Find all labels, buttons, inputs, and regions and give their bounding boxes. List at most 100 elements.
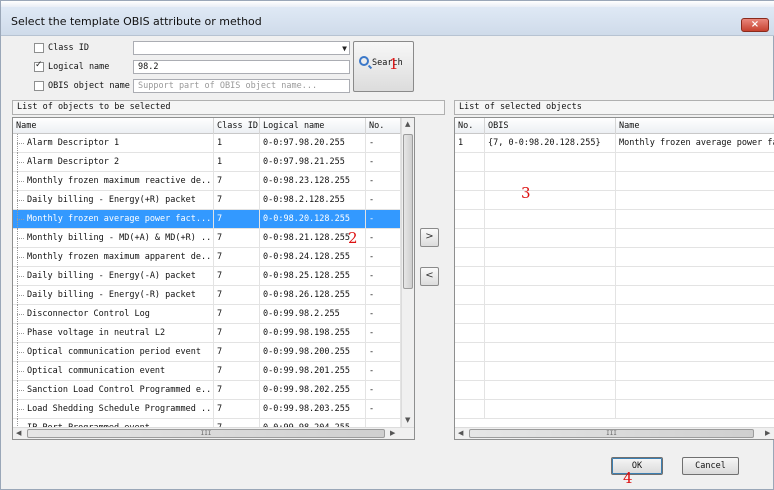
cell-text: 1 (217, 157, 223, 167)
obis-name-checkbox[interactable] (34, 81, 44, 91)
cell-class-id: 7 (214, 210, 260, 229)
column-header-no[interactable]: No. (455, 118, 485, 134)
scroll-left-icon[interactable]: ◀ (458, 429, 463, 437)
cell-no (455, 286, 485, 305)
table-row[interactable]: Daily billing - Energy(-A) packet 7 0-0:98… (13, 267, 401, 286)
tree-line (17, 371, 24, 372)
cell-name: Phase voltage in neutral L2 (13, 324, 214, 343)
scroll-thumb[interactable] (403, 134, 413, 289)
column-header-obis[interactable]: OBIS (485, 118, 616, 134)
cell-no: - (366, 286, 401, 305)
cell-text: 1 (217, 138, 223, 148)
dialog-window: Select the template OBIS attribute or me… (0, 0, 774, 490)
objects-vertical-scrollbar[interactable]: ▲ ▼ (401, 118, 414, 427)
horizontal-scroll-thumb[interactable]: III (469, 429, 754, 438)
table-row[interactable]: Daily billing - Energy(+R) packet 7 0-0:98… (13, 191, 401, 210)
tree-line (17, 409, 24, 410)
cell-text: Daily billing - Energy(-A) packet (27, 271, 196, 281)
cell-class-id: 7 (214, 305, 260, 324)
table-row[interactable]: Monthly frozen maximum apparent de... 7 0-… (13, 248, 401, 267)
table-row[interactable]: Monthly frozen maximum reactive de... 7 0-… (13, 172, 401, 191)
column-header-no[interactable]: No. (366, 118, 401, 134)
tree-line (17, 257, 24, 258)
scroll-right-icon[interactable]: ▶ (765, 429, 770, 437)
table-row[interactable]: Optical communication event 7 0-0:99.98.20… (13, 362, 401, 381)
obis-name-input[interactable]: Support part of OBIS object name... (133, 79, 350, 93)
cell-no: - (366, 153, 401, 172)
cell-text: - (369, 366, 375, 376)
cell-logical-name: 0-0:98.26.128.255 (260, 286, 366, 305)
cell-no (455, 153, 485, 172)
right-panel-title: List of selected objects (454, 100, 774, 115)
cell-text: Monthly billing - MD(+A) & MD(+R) ... (27, 233, 214, 243)
table-row[interactable]: Load Shedding Schedule Programmed ... 7 0-… (13, 400, 401, 419)
selected-horizontal-scrollbar[interactable]: ◀ III ▶ (455, 427, 774, 439)
column-header-class-id[interactable]: Class ID (214, 118, 260, 134)
cell-name: Daily billing - Energy(-R) packet (13, 286, 214, 305)
cell-name (616, 172, 774, 191)
cell-no: - (366, 305, 401, 324)
cell-obis (485, 191, 616, 210)
ok-button[interactable]: OK (611, 457, 663, 475)
empty-row (455, 381, 774, 400)
table-row[interactable]: Optical communication period event 7 0-0:9… (13, 343, 401, 362)
cell-text: 7 (217, 176, 223, 186)
column-header-logical-name[interactable]: Logical name (260, 118, 366, 134)
scroll-down-icon[interactable]: ▼ (405, 416, 410, 424)
scroll-up-icon[interactable]: ▲ (405, 120, 410, 128)
cell-no (455, 381, 485, 400)
cell-class-id: 7 (214, 191, 260, 210)
search-icon (359, 56, 369, 66)
empty-row (455, 267, 774, 286)
cancel-button[interactable]: Cancel (682, 457, 739, 475)
remove-from-selected-button[interactable]: < (420, 267, 439, 286)
close-button[interactable]: × (741, 18, 769, 32)
table-row[interactable]: Disconnector Control Log 7 0-0:99.98.2.255… (13, 305, 401, 324)
table-row[interactable]: Alarm Descriptor 2 1 0-0:97.98.21.255 - (13, 153, 401, 172)
cell-obis (485, 267, 616, 286)
cell-no: 1 (455, 134, 485, 153)
table-row[interactable]: Monthly frozen average power fact... 7 0-0… (13, 210, 401, 229)
objects-horizontal-scrollbar[interactable]: ◀ III ▶ (13, 427, 414, 439)
class-id-dropdown[interactable]: ▼ (133, 41, 350, 55)
scroll-left-icon[interactable]: ◀ (16, 429, 21, 437)
table-row[interactable]: Alarm Descriptor 1 1 0-0:97.98.20.255 - (13, 134, 401, 153)
add-to-selected-button[interactable]: > (420, 228, 439, 247)
search-button[interactable]: Search (353, 41, 414, 92)
table-row[interactable]: Monthly billing - MD(+A) & MD(+R) ... 7 0-… (13, 229, 401, 248)
cell-no: - (366, 400, 401, 419)
cell-text: 7 (217, 385, 223, 395)
cell-name: Daily billing - Energy(-A) packet (13, 267, 214, 286)
empty-row (455, 210, 774, 229)
tree-line (17, 390, 24, 391)
cell-name (616, 381, 774, 400)
table-row[interactable]: Sanction Load Control Programmed e... 7 0-… (13, 381, 401, 400)
table-row[interactable]: Daily billing - Energy(-R) packet 7 0-0:98… (13, 286, 401, 305)
cell-obis (485, 248, 616, 267)
table-row[interactable]: Phase voltage in neutral L2 7 0-0:99.98.19… (13, 324, 401, 343)
cell-name: Monthly frozen average power fac (616, 134, 774, 153)
cell-text: Alarm Descriptor 2 (27, 157, 120, 167)
cell-no: - (366, 381, 401, 400)
table-row[interactable]: 1 {7, 0-0:98.20.128.255} Monthly frozen av… (455, 134, 774, 153)
dialog-title: Select the template OBIS attribute or me… (11, 15, 262, 28)
cell-text: - (369, 138, 375, 148)
tree-line (17, 333, 24, 334)
scroll-right-icon[interactable]: ▶ (390, 429, 395, 437)
cell-text: Phase voltage in neutral L2 (27, 328, 166, 338)
cell-obis (485, 305, 616, 324)
horizontal-scroll-thumb[interactable]: III (27, 429, 385, 438)
cell-text: 0-0:99.98.201.255 (263, 366, 350, 376)
cell-text: 0-0:99.98.203.255 (263, 404, 350, 414)
cell-class-id: 7 (214, 400, 260, 419)
logical-name-input[interactable]: 98.2 (133, 60, 350, 74)
column-header-name[interactable]: Name (616, 118, 774, 134)
column-header-name[interactable]: Name (13, 118, 214, 134)
logical-name-checkbox[interactable] (34, 60, 44, 72)
cell-name: Daily billing - Energy(+R) packet (13, 191, 214, 210)
class-id-checkbox[interactable] (34, 43, 44, 53)
cell-no (455, 229, 485, 248)
cell-text: - (369, 271, 375, 281)
cell-text: Load Shedding Schedule Programmed ... (27, 404, 214, 414)
cell-no (455, 172, 485, 191)
